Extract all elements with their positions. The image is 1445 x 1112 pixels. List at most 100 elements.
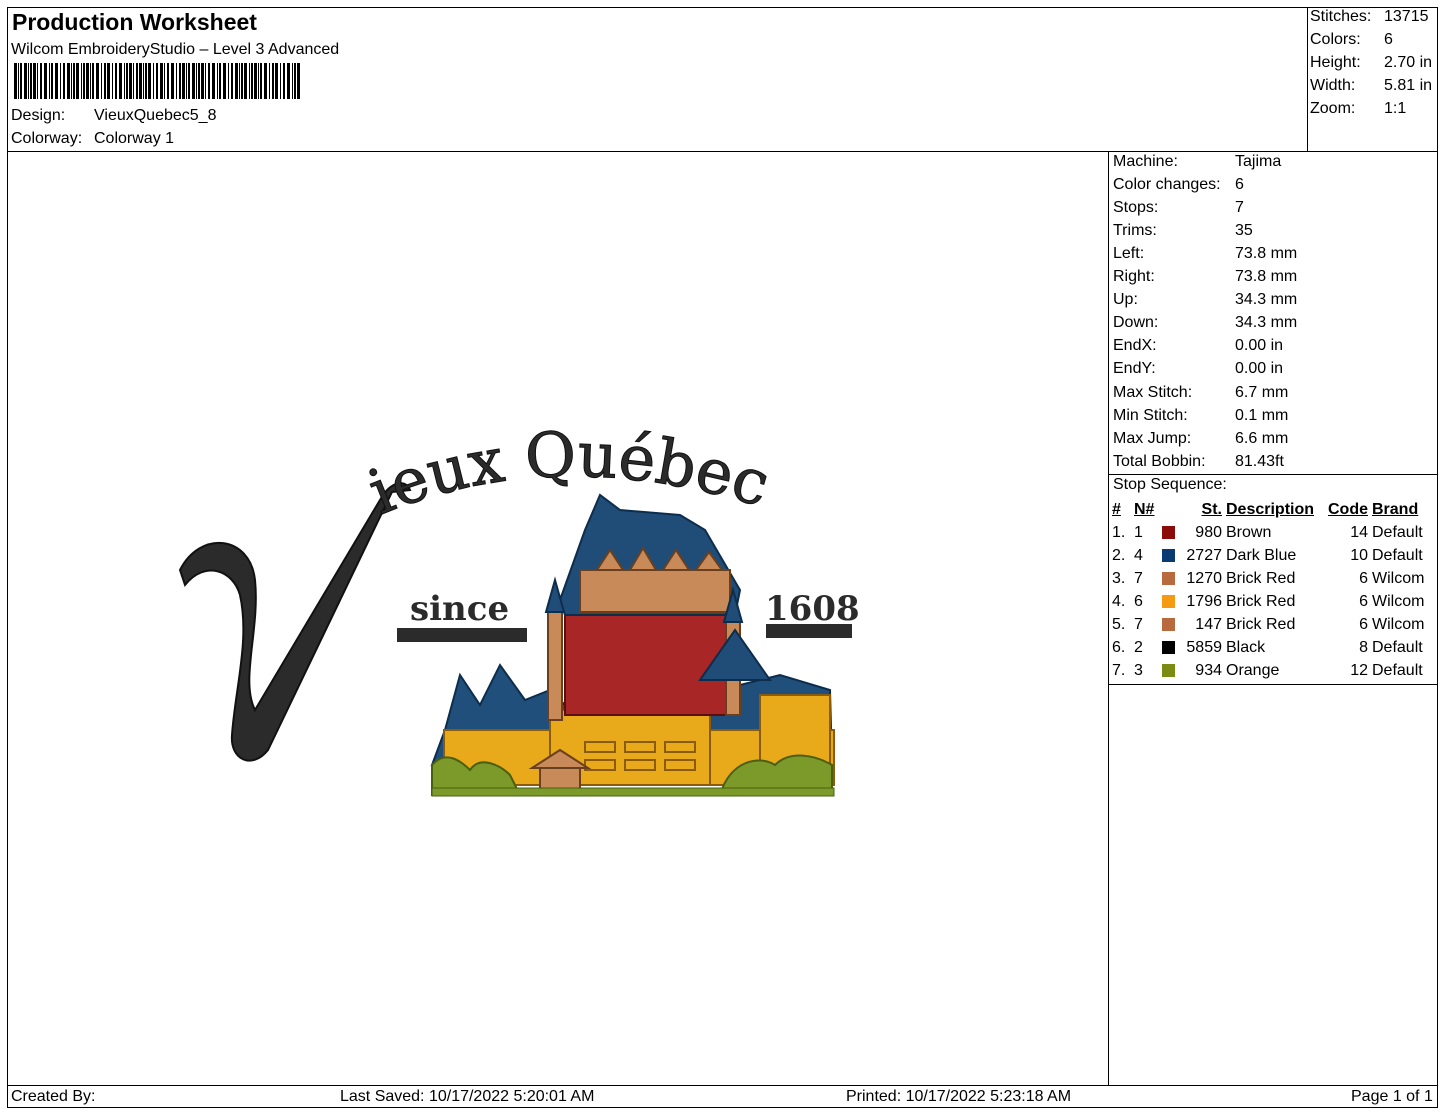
detail-value: 0.1 mm (1235, 407, 1289, 424)
needle-number: 4 (1134, 546, 1143, 564)
design-year: 1608 (765, 589, 860, 629)
detail-label: Min Stitch: (1113, 407, 1188, 424)
color-swatch-cell (1160, 613, 1180, 636)
detail-value: 0.00 in (1235, 337, 1284, 354)
color-swatch (1162, 571, 1175, 585)
table-row: 2. 4 2727 Dark Blue 10 Default (1110, 544, 1430, 567)
color-swatch-cell (1160, 521, 1180, 544)
footer-created-by: Created By: (11, 1088, 96, 1105)
color-swatch-cell (1160, 544, 1180, 567)
summary-label: Colors: (1310, 31, 1361, 48)
header-divider (7, 151, 1438, 152)
detail-label: Machine: (1113, 153, 1178, 170)
detail-value: 6.7 mm (1235, 384, 1289, 401)
color-code: 12 (1350, 661, 1368, 679)
table-row: 4. 6 1796 Brick Red 6 Wilcom (1110, 590, 1430, 613)
color-swatch (1162, 525, 1175, 539)
needle-number: 2 (1134, 638, 1143, 656)
software-name: Wilcom EmbroideryStudio – Level 3 Advanc… (11, 41, 340, 58)
stitch-count: 980 (1195, 523, 1222, 541)
table-row: 7. 3 934 Orange 12 Default (1110, 659, 1430, 682)
detail-label: Stops: (1113, 199, 1159, 216)
table-row: 1. 1 980 Brown 14 Default (1110, 521, 1430, 544)
design-value: VieuxQuebec5_8 (94, 107, 217, 124)
needle-number: 3 (1134, 661, 1143, 679)
thread-brand: Default (1372, 638, 1423, 656)
color-swatch-cell (1160, 636, 1180, 659)
stop-sequence-table: # N# St. Description Code Brand 1. 1 980 Br… (1110, 498, 1430, 682)
summary-value: 2.70 in (1384, 54, 1433, 71)
needle-number: 7 (1134, 569, 1143, 587)
swatch-header (1160, 498, 1180, 521)
color-description: Brown (1226, 523, 1272, 541)
needle-number: 1 (1134, 523, 1143, 541)
color-swatch-cell (1160, 567, 1180, 590)
stitch-count: 934 (1195, 661, 1222, 679)
col-header: Brand (1372, 500, 1419, 518)
thread-brand: Wilcom (1372, 569, 1425, 587)
col-header: Code (1328, 500, 1368, 518)
table-row: 6. 2 5859 Black 8 Default (1110, 636, 1430, 659)
summary-divider (1307, 7, 1308, 152)
stitch-count: 2727 (1186, 546, 1222, 564)
stop-sequence-title: Stop Sequence: (1113, 476, 1227, 493)
stitch-count: 147 (1195, 615, 1222, 633)
design-since: since (410, 589, 509, 629)
summary-label: Height: (1310, 54, 1361, 71)
barcode (14, 63, 300, 99)
detail-value: 73.8 mm (1235, 245, 1298, 262)
table-row: 5. 7 147 Brick Red 6 Wilcom (1110, 613, 1430, 636)
summary-value: 5.81 in (1384, 77, 1433, 94)
detail-value: 81.43ft (1235, 453, 1284, 470)
color-description: Orange (1226, 661, 1280, 679)
table-header-row: # N# St. Description Code Brand (1110, 498, 1430, 521)
thread-brand: Default (1372, 546, 1423, 564)
details-divider (1108, 474, 1438, 475)
summary-value: 13715 (1384, 8, 1429, 25)
detail-value: 6.6 mm (1235, 430, 1289, 447)
color-swatch-cell (1160, 659, 1180, 682)
color-description: Brick Red (1226, 592, 1296, 610)
color-code: 6 (1359, 615, 1368, 633)
detail-value: 73.8 mm (1235, 268, 1298, 285)
detail-value: 7 (1235, 199, 1244, 216)
detail-label: Max Jump: (1113, 430, 1192, 447)
color-description: Dark Blue (1226, 546, 1297, 564)
stops-divider (1108, 684, 1438, 685)
year-underline (766, 624, 852, 638)
detail-value: 34.3 mm (1235, 291, 1298, 308)
design-preview: ieux Québec since 1608 (178, 420, 860, 797)
color-swatch (1162, 548, 1175, 562)
stop-index: 6. (1112, 638, 1126, 656)
stop-index: 7. (1112, 661, 1126, 679)
detail-label: Down: (1113, 314, 1159, 331)
detail-value: 34.3 mm (1235, 314, 1298, 331)
color-swatch (1162, 594, 1175, 608)
stop-index: 1. (1112, 523, 1126, 541)
summary-label: Stitches: (1310, 8, 1372, 25)
detail-label: Max Stitch: (1113, 384, 1193, 401)
color-code: 6 (1359, 592, 1368, 610)
detail-value: Tajima (1235, 153, 1282, 170)
footer-page: Page 1 of 1 (1351, 1088, 1433, 1105)
stitch-count: 5859 (1186, 638, 1222, 656)
summary-label: Zoom: (1310, 100, 1356, 117)
col-header: # (1112, 500, 1121, 518)
color-swatch (1162, 617, 1175, 631)
col-header: N# (1134, 500, 1155, 518)
detail-label: Left: (1113, 245, 1145, 262)
summary-value: 6 (1384, 31, 1393, 48)
col-header: St. (1201, 500, 1222, 518)
summary-value: 1:1 (1384, 100, 1407, 117)
castle-illustration (430, 493, 835, 797)
design-title-text: ieux Québec (358, 420, 778, 529)
color-swatch-cell (1160, 590, 1180, 613)
stop-index: 2. (1112, 546, 1126, 564)
script-v (178, 482, 412, 762)
sidebar-divider (1108, 151, 1109, 1086)
thread-brand: Default (1372, 661, 1423, 679)
since-underline (397, 628, 527, 642)
colorway-label: Colorway: (11, 130, 83, 147)
thread-brand: Default (1372, 523, 1423, 541)
stitch-count: 1796 (1186, 592, 1222, 610)
